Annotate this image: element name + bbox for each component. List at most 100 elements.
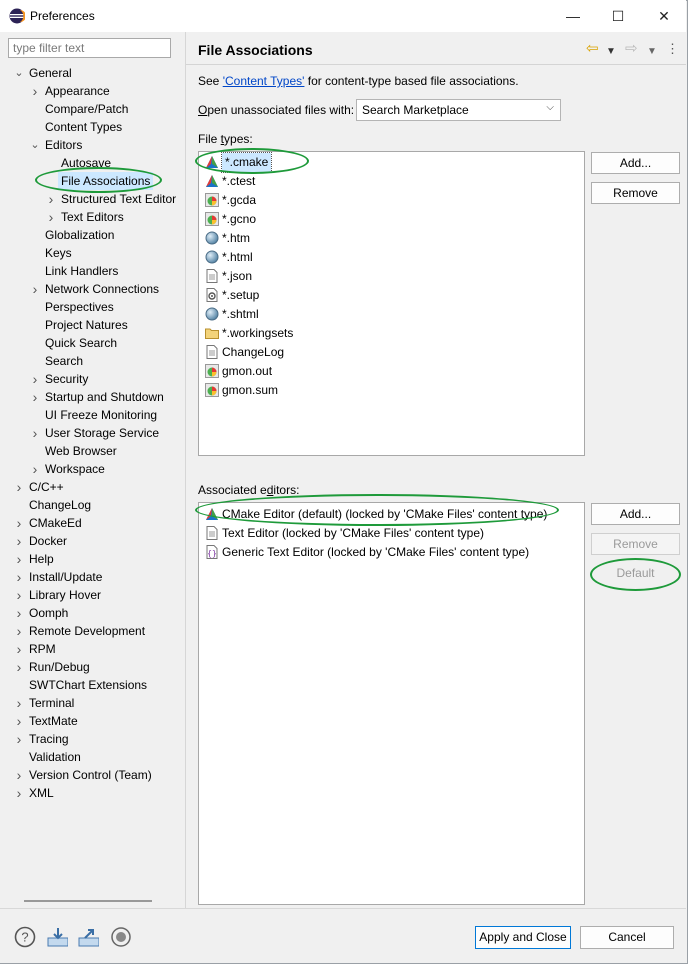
tree-item-compare-patch[interactable]: Compare/Patch [45, 100, 128, 118]
tree-item-swtchart-extensions[interactable]: SWTChart Extensions [29, 676, 147, 694]
import-icon[interactable] [46, 926, 68, 948]
forward-button[interactable]: ⇨ [625, 40, 638, 58]
tree-item-help[interactable]: Help [29, 550, 54, 568]
maximize-icon: ☐ [611, 8, 625, 24]
chevron-right-icon[interactable]: › [14, 694, 24, 712]
tree-item-content-types[interactable]: Content Types [45, 118, 122, 136]
tree-item-install-update[interactable]: Install/Update [29, 568, 102, 586]
record-icon[interactable] [110, 926, 132, 948]
maximize-button[interactable]: ☐ [595, 0, 641, 32]
associated-editors-list[interactable] [198, 502, 585, 905]
chevron-right-icon[interactable]: › [30, 370, 40, 388]
tree-item-terminal[interactable]: Terminal [29, 694, 74, 712]
tree-item-label: TextMate [29, 714, 78, 728]
chevron-right-icon[interactable]: › [30, 424, 40, 442]
chevron-right-icon[interactable]: › [14, 766, 24, 784]
sidebar-scrollbar[interactable] [24, 900, 152, 902]
tree-item-remote-development[interactable]: Remote Development [29, 622, 145, 640]
tree-item-textmate[interactable]: TextMate [29, 712, 78, 730]
tree-item-structured-text-editor[interactable]: Structured Text Editor [61, 190, 176, 208]
tree-item-quick-search[interactable]: Quick Search [45, 334, 117, 352]
associated-editors-label: Associated editors: [198, 483, 300, 497]
tree-item-cmakeed[interactable]: CMakeEd [29, 514, 82, 532]
tree-item-xml[interactable]: XML [29, 784, 54, 802]
open-with-select[interactable]: Search Marketplace ⌵ [356, 99, 561, 121]
help-icon[interactable]: ? [14, 926, 36, 948]
forward-arrow-icon: ⇨ [625, 40, 638, 57]
tree-item-library-hover[interactable]: Library Hover [29, 586, 101, 604]
file-type-add-button[interactable]: Add... [591, 152, 680, 174]
back-button[interactable]: ⇦ [586, 40, 599, 58]
chevron-right-icon[interactable]: › [46, 208, 56, 226]
forward-menu-button[interactable]: ▼ [647, 43, 657, 61]
tree-item-docker[interactable]: Docker [29, 532, 67, 550]
chevron-right-icon[interactable]: › [14, 586, 24, 604]
tree-item-label: Run/Debug [29, 660, 90, 674]
tree-item-label: Editors [45, 138, 83, 152]
minimize-button[interactable]: — [550, 0, 596, 32]
tree-item-security[interactable]: Security [45, 370, 88, 388]
svg-text:?: ? [21, 930, 28, 945]
tree-item-oomph[interactable]: Oomph [29, 604, 68, 622]
highlight-ellipse-file-associations [35, 167, 162, 193]
back-menu-button[interactable]: ▼ [606, 43, 616, 61]
chevron-right-icon[interactable]: › [14, 478, 24, 496]
chevron-right-icon[interactable]: › [14, 658, 24, 676]
apply-and-close-button[interactable]: Apply and Close [475, 926, 571, 949]
tree-item-version-control-team[interactable]: Version Control (Team) [29, 766, 152, 784]
editor-name: Text Editor (locked by 'CMake Files' con… [222, 526, 485, 540]
tree-item-appearance[interactable]: Appearance [45, 82, 110, 100]
file-type-remove-button[interactable]: Remove [591, 182, 680, 204]
chevron-right-icon[interactable]: › [14, 730, 24, 748]
chevron-right-icon[interactable]: › [30, 460, 40, 478]
chevron-right-icon[interactable]: › [14, 784, 24, 802]
tree-item-ui-freeze-monitoring[interactable]: UI Freeze Monitoring [45, 406, 157, 424]
tree-item-perspectives[interactable]: Perspectives [45, 298, 114, 316]
chevron-right-icon[interactable]: › [14, 550, 24, 568]
tree-item-project-natures[interactable]: Project Natures [45, 316, 128, 334]
chevron-right-icon[interactable]: › [14, 622, 24, 640]
editor-remove-button[interactable]: Remove [591, 533, 680, 555]
tree-item-label: Startup and Shutdown [45, 390, 164, 404]
tree-item-general[interactable]: General [29, 64, 72, 82]
chevron-right-icon[interactable]: › [30, 388, 40, 406]
filter-input[interactable] [8, 38, 171, 58]
tree-item-web-browser[interactable]: Web Browser [45, 442, 117, 460]
tree-item-c-c[interactable]: C/C++ [29, 478, 64, 496]
tree-item-globalization[interactable]: Globalization [45, 226, 114, 244]
tree-item-rpm[interactable]: RPM [29, 640, 56, 658]
tree-item-changelog[interactable]: ChangeLog [29, 496, 91, 514]
export-icon[interactable] [77, 926, 99, 948]
cancel-button[interactable]: Cancel [580, 926, 674, 949]
tree-item-editors[interactable]: Editors [45, 136, 82, 154]
file-type-name: gmon.out [222, 364, 273, 378]
chevron-right-icon[interactable]: › [14, 514, 24, 532]
open-unassociated-label: Open unassociated files with: [198, 103, 355, 117]
view-menu-button[interactable]: ⋮ [666, 40, 679, 58]
tree-item-workspace[interactable]: Workspace [45, 460, 105, 478]
chevron-down-icon[interactable]: ⌄ [30, 136, 40, 154]
chevron-right-icon[interactable]: › [14, 640, 24, 658]
tree-item-link-handlers[interactable]: Link Handlers [45, 262, 118, 280]
tree-item-tracing[interactable]: Tracing [29, 730, 69, 748]
tree-item-user-storage-service[interactable]: User Storage Service [45, 424, 159, 442]
chevron-right-icon[interactable]: › [46, 190, 56, 208]
content-types-link[interactable]: 'Content Types' [223, 74, 305, 88]
chevron-right-icon[interactable]: › [14, 568, 24, 586]
tree-item-keys[interactable]: Keys [45, 244, 72, 262]
chevron-right-icon[interactable]: › [30, 280, 40, 298]
editor-add-button[interactable]: Add... [591, 503, 680, 525]
open-with-value: Search Marketplace [362, 103, 469, 117]
close-button[interactable]: ✕ [641, 0, 687, 32]
tree-item-text-editors[interactable]: Text Editors [61, 208, 124, 226]
tree-item-validation[interactable]: Validation [29, 748, 81, 766]
chevron-right-icon[interactable]: › [30, 82, 40, 100]
chevron-right-icon[interactable]: › [14, 532, 24, 550]
tree-item-run-debug[interactable]: Run/Debug [29, 658, 90, 676]
chevron-right-icon[interactable]: › [14, 604, 24, 622]
tree-item-search[interactable]: Search [45, 352, 83, 370]
tree-item-network-connections[interactable]: Network Connections [45, 280, 159, 298]
tree-item-startup-and-shutdown[interactable]: Startup and Shutdown [45, 388, 164, 406]
chevron-right-icon[interactable]: › [14, 712, 24, 730]
chevron-down-icon[interactable]: ⌄ [14, 64, 24, 82]
